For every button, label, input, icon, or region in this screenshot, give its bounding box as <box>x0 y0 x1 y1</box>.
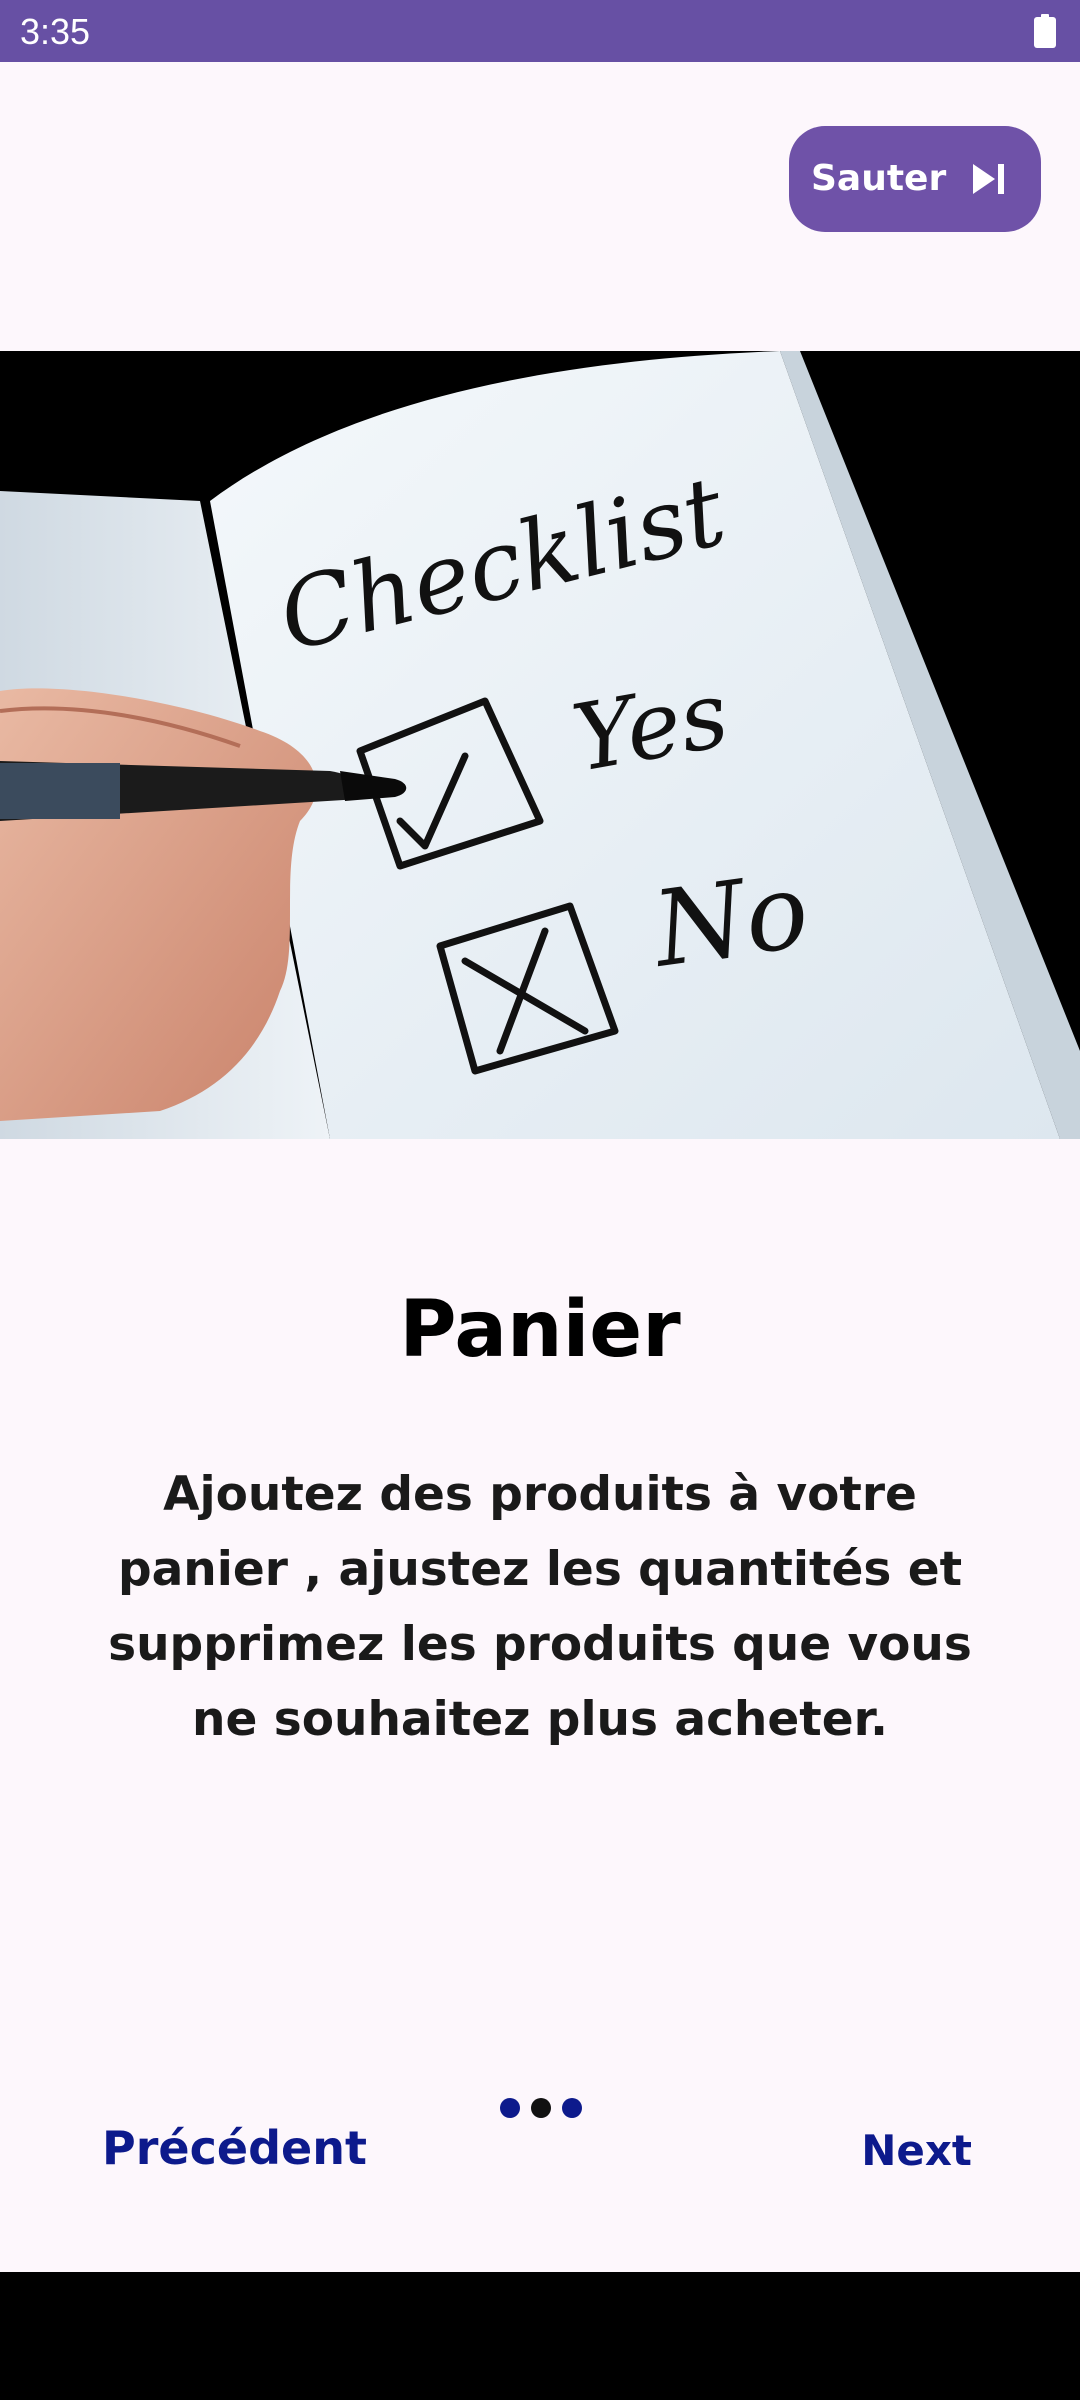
skip-button-label: Sauter <box>811 158 947 199</box>
previous-button[interactable]: Précédent <box>102 2118 367 2178</box>
handwriting-option-no: No <box>644 849 816 992</box>
skip-next-icon <box>973 164 1004 194</box>
page-indicator-dot-active <box>531 2098 551 2118</box>
page-indicator-dot <box>562 2098 582 2118</box>
status-bar: 3:35 <box>0 0 1080 62</box>
skip-button[interactable]: Sauter <box>789 126 1041 232</box>
status-time: 3:35 <box>20 11 91 52</box>
next-button[interactable]: Next <box>861 2124 972 2178</box>
page-description: Ajoutez des produits à votre panier , aj… <box>108 1467 972 1747</box>
checklist-illustration: Checklist Yes No <box>0 351 1080 1139</box>
page-indicator-dot <box>500 2098 520 2118</box>
battery-full-icon <box>1034 14 1056 48</box>
page-indicator <box>500 2097 582 2119</box>
system-navigation-bar <box>0 2272 1080 2400</box>
page-title: Panier <box>399 1285 681 1375</box>
